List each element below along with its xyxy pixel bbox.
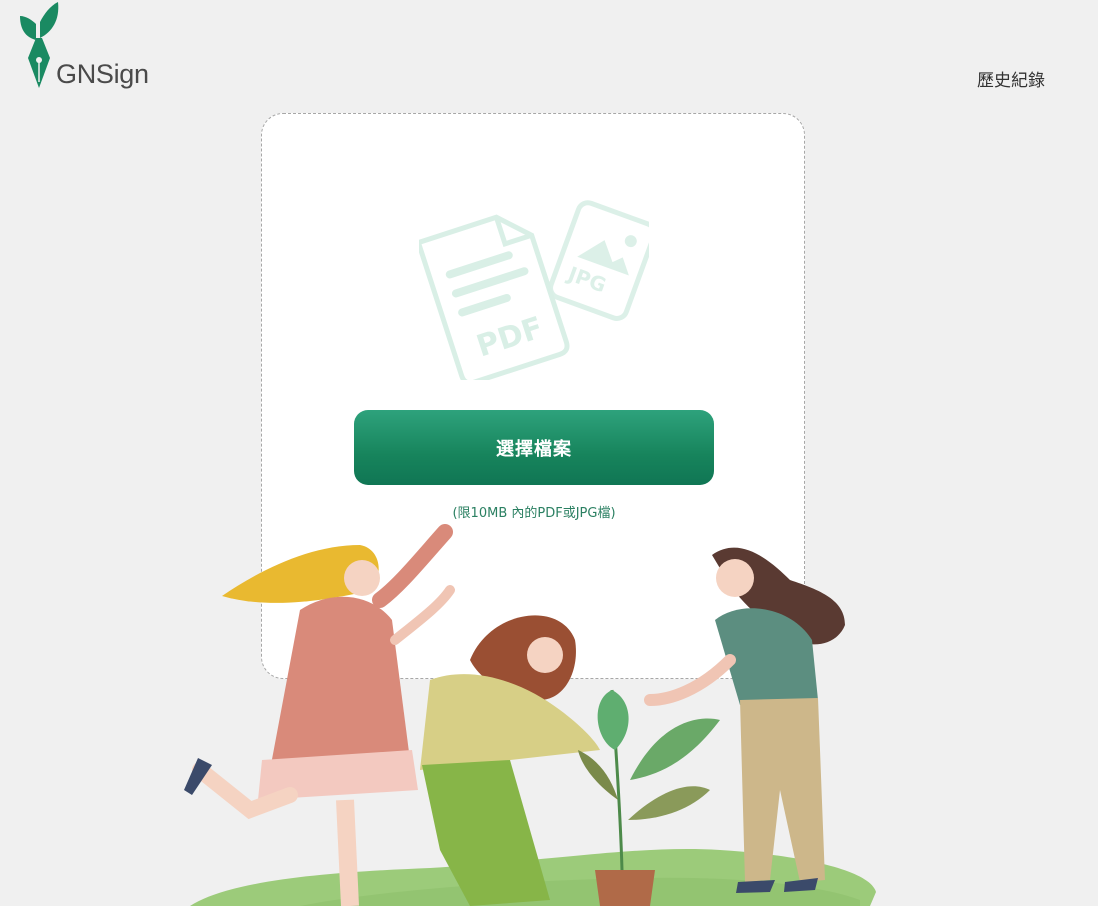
- pdf-jpg-file-icons: JPG PDF: [419, 200, 649, 380]
- upload-dropzone[interactable]: JPG PDF 選擇檔案 (限10MB 內的PDF或JPG檔): [261, 113, 805, 679]
- file-limit-hint: (限10MB 內的PDF或JPG檔): [452, 506, 616, 521]
- jpg-label: JPG: [563, 261, 609, 297]
- gnsign-logo[interactable]: GNSign: [16, 2, 166, 92]
- logo-text: GNSign: [56, 59, 149, 89]
- page: GNSign 歷史紀錄 JPG PDF 選擇檔案 (限10MB 內的PDF或JP…: [0, 0, 1098, 906]
- history-link[interactable]: 歷史紀錄: [977, 66, 1045, 91]
- select-file-button[interactable]: 選擇檔案: [354, 410, 714, 485]
